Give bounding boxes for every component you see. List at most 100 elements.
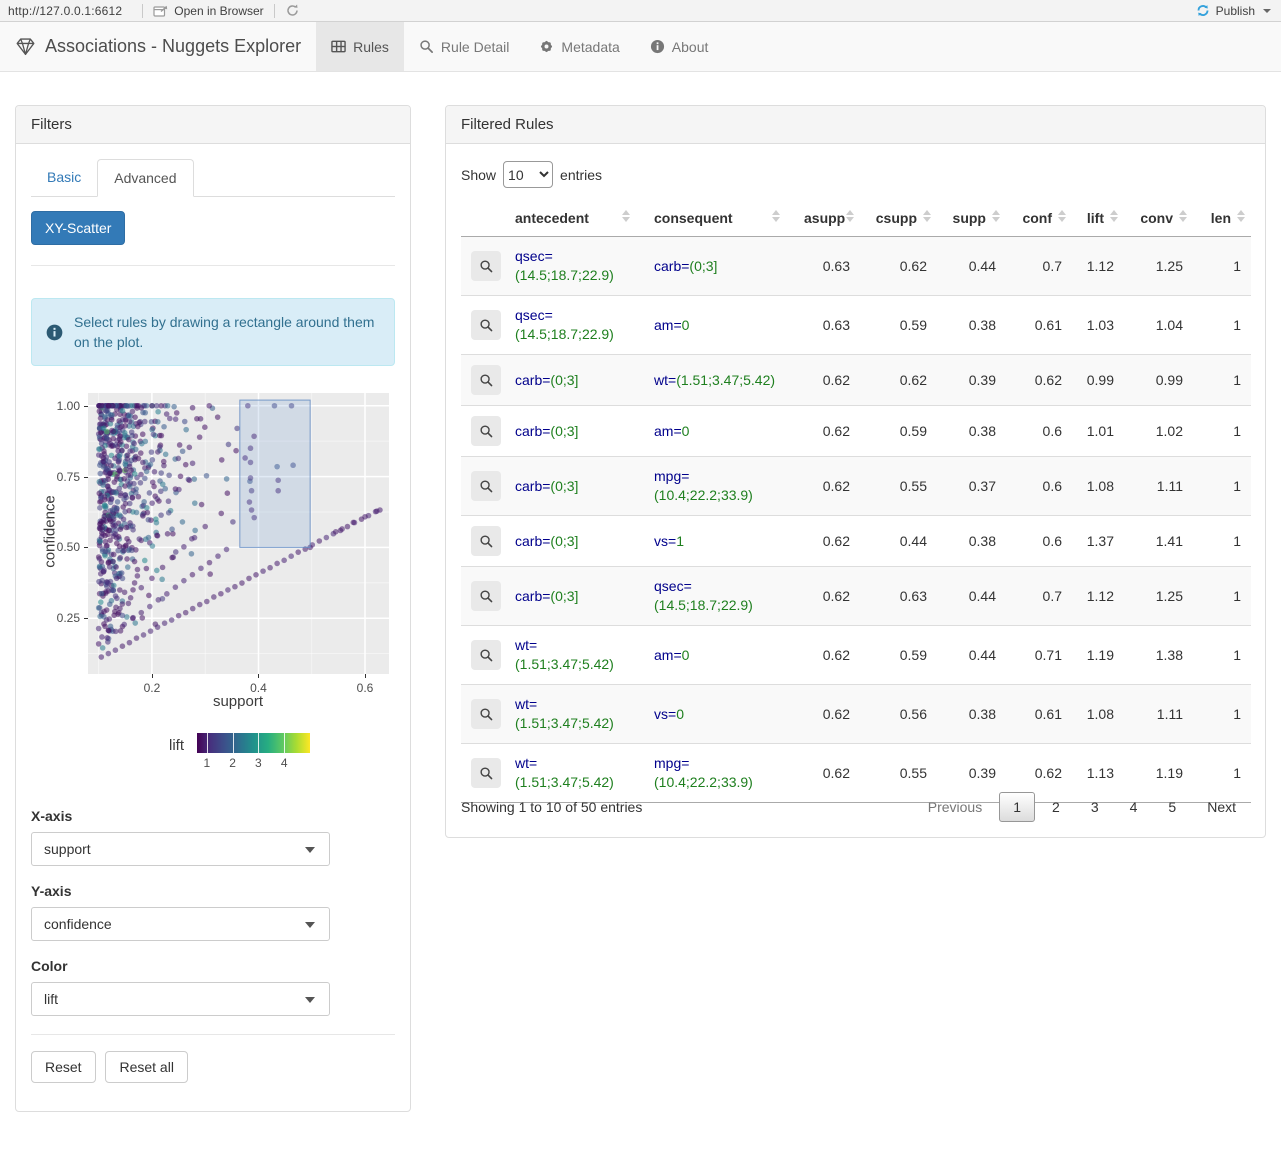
cell-asupp: 0.62 bbox=[794, 405, 860, 457]
plot-x-axis-title: support bbox=[212, 693, 264, 710]
column-csupp[interactable]: csupp bbox=[860, 200, 937, 237]
tab-rules[interactable]: Rules bbox=[316, 22, 404, 71]
sort-icon bbox=[622, 210, 630, 222]
rule-detail-button[interactable] bbox=[471, 251, 501, 281]
rule-detail-button[interactable] bbox=[471, 758, 501, 788]
y-tick-mark bbox=[84, 476, 88, 478]
reset-button[interactable]: Reset bbox=[31, 1051, 96, 1083]
cell-supp: 0.44 bbox=[937, 625, 1006, 685]
cell-lift: 1.19 bbox=[1072, 625, 1124, 685]
cell-conv: 1.25 bbox=[1124, 236, 1193, 296]
column-conf[interactable]: conf bbox=[1006, 200, 1072, 237]
cell-supp: 0.38 bbox=[937, 295, 1006, 355]
column-asupp[interactable]: asupp bbox=[794, 200, 860, 237]
column-lift[interactable]: lift bbox=[1072, 200, 1124, 237]
rule-detail-button[interactable] bbox=[471, 310, 501, 340]
cell-len: 1 bbox=[1193, 405, 1251, 457]
antecedent-variable: carb= bbox=[515, 371, 551, 388]
table-row: wt=(1.51;3.47;5.42) vs=0 0.62 0.56 0.38 … bbox=[461, 684, 1251, 744]
rule-detail-button[interactable] bbox=[471, 699, 501, 729]
sort-icon bbox=[1110, 210, 1118, 222]
search-icon bbox=[479, 318, 492, 331]
column-supp[interactable]: supp bbox=[937, 200, 1006, 237]
cell-len: 1 bbox=[1193, 456, 1251, 516]
divider bbox=[31, 1034, 395, 1035]
yaxis-select[interactable]: confidence bbox=[31, 907, 330, 941]
tab-rules-label: Rules bbox=[353, 38, 389, 55]
cell-conf: 0.6 bbox=[1006, 515, 1072, 567]
consequent-variable: am= bbox=[654, 422, 682, 439]
rule-detail-button[interactable] bbox=[471, 526, 501, 556]
xaxis-select[interactable]: support bbox=[31, 832, 330, 866]
table-row: carb=(0;3] am=0 0.62 0.59 0.38 0.6 1.01 … bbox=[461, 405, 1251, 457]
tab-metadata[interactable]: Metadata bbox=[524, 22, 634, 71]
cell-supp: 0.44 bbox=[937, 566, 1006, 626]
legend-tick-label: 3 bbox=[255, 756, 262, 770]
column-antecedent[interactable]: antecedent bbox=[505, 200, 644, 237]
reset-all-button[interactable]: Reset all bbox=[105, 1051, 188, 1083]
page-button-2[interactable]: 2 bbox=[1038, 792, 1074, 822]
table-row: qsec= (14.5;18.7;22.9) carb=(0;3] 0.63 0.… bbox=[461, 236, 1251, 296]
rule-detail-button[interactable] bbox=[471, 365, 501, 395]
pagination-pages: 12345 bbox=[996, 792, 1190, 822]
publish-button[interactable]: Publish bbox=[1195, 3, 1281, 18]
rule-detail-button[interactable] bbox=[471, 581, 501, 611]
xaxis-label: X-axis bbox=[31, 808, 73, 824]
cell-csupp: 0.62 bbox=[860, 354, 937, 406]
sort-icon bbox=[846, 210, 854, 222]
page-button-3[interactable]: 3 bbox=[1077, 792, 1113, 822]
page-button-1[interactable]: 1 bbox=[999, 792, 1036, 822]
cell-conf: 0.6 bbox=[1006, 456, 1072, 516]
consequent-variable: am= bbox=[654, 316, 682, 333]
scatter-plot-canvas[interactable] bbox=[88, 393, 389, 674]
cell-supp: 0.38 bbox=[937, 405, 1006, 457]
previous-page-button[interactable]: Previous bbox=[914, 792, 996, 822]
tab-advanced[interactable]: Advanced bbox=[97, 159, 194, 197]
y-tick-mark bbox=[84, 547, 88, 549]
page-button-4[interactable]: 4 bbox=[1116, 792, 1152, 822]
column-conv[interactable]: conv bbox=[1124, 200, 1193, 237]
tab-about[interactable]: About bbox=[635, 22, 724, 71]
color-label: Color bbox=[31, 958, 68, 974]
cell-supp: 0.38 bbox=[937, 515, 1006, 567]
color-select[interactable]: lift bbox=[31, 982, 330, 1016]
column-len[interactable]: len bbox=[1193, 200, 1251, 237]
reload-button[interactable] bbox=[275, 0, 310, 21]
column-consequent[interactable]: consequent bbox=[644, 200, 794, 237]
cell-lift: 1.12 bbox=[1072, 236, 1124, 296]
show-label: Show bbox=[461, 166, 497, 183]
sort-icon bbox=[772, 210, 780, 222]
consequent-variable: mpg= bbox=[654, 468, 690, 484]
cell-len: 1 bbox=[1193, 684, 1251, 744]
cell-csupp: 0.62 bbox=[860, 236, 937, 296]
rule-detail-button[interactable] bbox=[471, 471, 501, 501]
legend-tick-mark bbox=[232, 733, 234, 753]
rule-detail-button[interactable] bbox=[471, 416, 501, 446]
page-length-select[interactable]: 10 bbox=[503, 161, 554, 188]
yaxis-label: Y-axis bbox=[31, 883, 72, 899]
table-row: carb=(0;3] wt=(1.51;3.47;5.42) 0.62 0.62… bbox=[461, 354, 1251, 406]
x-tick-label: 0.2 bbox=[143, 681, 161, 695]
info-icon bbox=[650, 39, 665, 54]
x-tick-mark bbox=[258, 674, 260, 678]
cell-conf: 0.7 bbox=[1006, 236, 1072, 296]
antecedent-value: (0;3] bbox=[550, 371, 579, 388]
cell-len: 1 bbox=[1193, 295, 1251, 355]
xy-scatter-button[interactable]: XY-Scatter bbox=[31, 211, 126, 245]
tab-rule-detail[interactable]: Rule Detail bbox=[404, 22, 524, 71]
table-info: Showing 1 to 10 of 50 entries bbox=[461, 799, 643, 815]
open-in-browser-button[interactable]: Open in Browser bbox=[143, 0, 273, 21]
cell-csupp: 0.59 bbox=[860, 295, 937, 355]
legend-tick-mark bbox=[258, 733, 260, 753]
cell-lift: 1.08 bbox=[1072, 456, 1124, 516]
consequent-variable: vs= bbox=[654, 705, 677, 722]
tab-about-label: About bbox=[671, 38, 709, 55]
next-page-button[interactable]: Next bbox=[1193, 792, 1250, 822]
publish-caret-icon[interactable] bbox=[1263, 8, 1271, 13]
tab-basic[interactable]: Basic bbox=[31, 159, 97, 197]
rule-detail-button[interactable] bbox=[471, 640, 501, 670]
xaxis-form-group: X-axis support bbox=[31, 808, 395, 866]
consequent-value: 1 bbox=[676, 532, 684, 549]
x-tick-mark bbox=[365, 674, 367, 678]
page-button-5[interactable]: 5 bbox=[1154, 792, 1190, 822]
